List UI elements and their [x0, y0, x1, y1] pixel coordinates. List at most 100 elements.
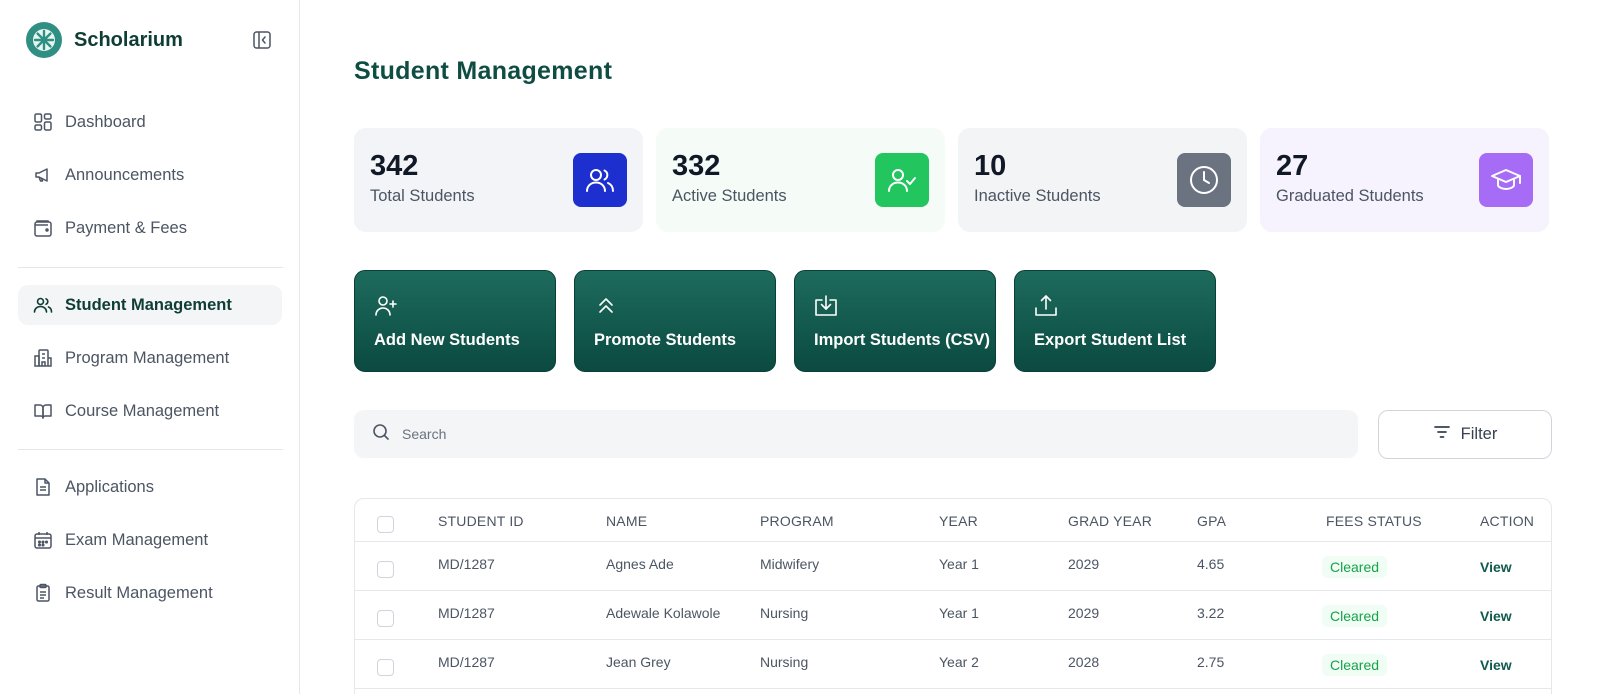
stat-label: Active Students	[672, 187, 787, 205]
sidebar-item-course-management[interactable]: Course Management	[18, 391, 282, 431]
sidebar-divider	[18, 449, 283, 450]
sidebar-item-label: Result Management	[65, 583, 213, 602]
stat-card-total: 342 Total Students	[354, 128, 643, 232]
status-badge: Cleared	[1322, 654, 1388, 676]
building-icon	[32, 347, 54, 369]
view-link[interactable]: View	[1480, 657, 1512, 673]
select-all-checkbox[interactable]	[377, 516, 394, 533]
status-badge: Cleared	[1322, 605, 1388, 627]
row-checkbox[interactable]	[377, 659, 394, 676]
users-icon	[573, 153, 627, 207]
stat-label: Inactive Students	[974, 187, 1101, 205]
sidebar-item-dashboard[interactable]: Dashboard	[18, 102, 282, 142]
sidebar-item-label: Student Management	[65, 295, 232, 314]
sidebar-item-payment-fees[interactable]: Payment & Fees	[18, 208, 282, 248]
status-badge: Cleared	[1322, 556, 1388, 578]
graduation-cap-icon	[1479, 153, 1533, 207]
import-students-button[interactable]: Import Students (CSV)	[794, 270, 996, 372]
column-header[interactable]: FEES STATUS	[1326, 513, 1422, 529]
stat-value: 342	[370, 150, 419, 182]
logo-icon	[26, 22, 62, 58]
page-title: Student Management	[354, 57, 613, 85]
dashboard-icon	[32, 111, 54, 133]
import-icon	[813, 293, 839, 319]
action-label: Promote Students	[594, 331, 737, 349]
sidebar-item-applications[interactable]: Applications	[18, 467, 282, 507]
stat-value: 10	[974, 150, 1007, 182]
nav-group-management: Student Management Program Management Co…	[18, 285, 282, 444]
student-year: Year 1	[939, 605, 979, 621]
filter-button[interactable]: Filter	[1378, 410, 1552, 459]
student-id: MD/1287	[438, 605, 495, 621]
table-header: STUDENT ID NAME PROGRAM YEAR GRAD YEAR G…	[355, 499, 1551, 542]
add-new-students-button[interactable]: Add New Students	[354, 270, 556, 372]
nav-group-academics: Applications Exam Management Result Mana…	[18, 467, 282, 626]
column-header[interactable]: GRAD YEAR	[1068, 513, 1152, 529]
column-header[interactable]: GPA	[1197, 513, 1226, 529]
app-name: Scholarium	[74, 28, 183, 51]
student-grad-year: 2029	[1068, 556, 1100, 572]
student-gpa: 2.75	[1197, 654, 1225, 670]
user-check-icon	[875, 153, 929, 207]
sidebar-item-label: Applications	[65, 477, 154, 496]
book-icon	[32, 400, 54, 422]
student-gpa: 3.22	[1197, 605, 1225, 621]
sidebar-collapse-icon[interactable]	[251, 29, 273, 51]
export-student-list-button[interactable]: Export Student List	[1014, 270, 1216, 372]
sidebar-item-exam-management[interactable]: Exam Management	[18, 520, 282, 560]
view-link[interactable]: View	[1480, 559, 1512, 575]
sidebar-item-program-management[interactable]: Program Management	[18, 338, 282, 378]
student-grad-year: 2029	[1068, 605, 1100, 621]
column-header[interactable]: YEAR	[939, 513, 978, 529]
users-icon	[32, 294, 54, 316]
student-program: Nursing	[760, 654, 809, 670]
student-name: Adewale Kolawole	[606, 605, 721, 621]
stat-value: 27	[1276, 150, 1309, 182]
student-name: Agnes Ade	[606, 556, 674, 572]
sidebar-item-label: Exam Management	[65, 530, 209, 549]
document-icon	[32, 476, 54, 498]
search-bar	[354, 410, 1358, 458]
sidebar: Scholarium Dashboard Announcements Payme…	[0, 0, 300, 694]
table-row: MD/1287 Adewale Kolawole Nursing Year 1 …	[355, 591, 1551, 640]
brand[interactable]: Scholarium	[26, 22, 183, 58]
search-input[interactable]	[402, 426, 1302, 442]
view-link[interactable]: View	[1480, 608, 1512, 624]
sidebar-item-label: Dashboard	[65, 112, 146, 131]
row-checkbox[interactable]	[377, 561, 394, 578]
student-id: MD/1287	[438, 556, 495, 572]
sidebar-item-label: Announcements	[65, 165, 185, 184]
table-row: MD/1287 Jean Grey Nursing Year 2 2028 2.…	[355, 640, 1551, 689]
student-year: Year 2	[939, 654, 979, 670]
sidebar-item-announcements[interactable]: Announcements	[18, 155, 282, 195]
sidebar-item-student-management[interactable]: Student Management	[18, 285, 282, 325]
student-gpa: 4.65	[1197, 556, 1225, 572]
filter-label: Filter	[1460, 425, 1498, 443]
nav-group-main: Dashboard Announcements Payment & Fees	[18, 102, 282, 261]
student-program: Midwifery	[760, 556, 820, 572]
table-row: MD/1287 Agnes Ade Midwifery Year 1 2029 …	[355, 542, 1551, 591]
column-header[interactable]: STUDENT ID	[438, 513, 524, 529]
stat-card-inactive: 10 Inactive Students	[958, 128, 1247, 232]
action-label: Import Students (CSV)	[814, 331, 990, 349]
action-label: Add New Students	[374, 331, 520, 349]
promote-students-button[interactable]: Promote Students	[574, 270, 776, 372]
column-header[interactable]: NAME	[606, 513, 647, 529]
student-grad-year: 2028	[1068, 654, 1100, 670]
column-header[interactable]: PROGRAM	[760, 513, 834, 529]
search-icon	[372, 423, 390, 446]
megaphone-icon	[32, 164, 54, 186]
upload-icon	[1033, 293, 1059, 319]
chevrons-up-icon	[593, 293, 619, 319]
user-plus-icon	[373, 293, 399, 319]
sidebar-item-label: Payment & Fees	[65, 218, 187, 237]
students-table: STUDENT ID NAME PROGRAM YEAR GRAD YEAR G…	[354, 498, 1552, 694]
sidebar-divider	[18, 267, 283, 268]
student-year: Year 1	[939, 556, 979, 572]
sidebar-item-result-management[interactable]: Result Management	[18, 573, 282, 613]
calendar-icon	[32, 529, 54, 551]
row-checkbox[interactable]	[377, 610, 394, 627]
action-label: Export Student List	[1034, 331, 1187, 349]
stat-value: 332	[672, 150, 721, 182]
stat-card-graduated: 27 Graduated Students	[1260, 128, 1549, 232]
